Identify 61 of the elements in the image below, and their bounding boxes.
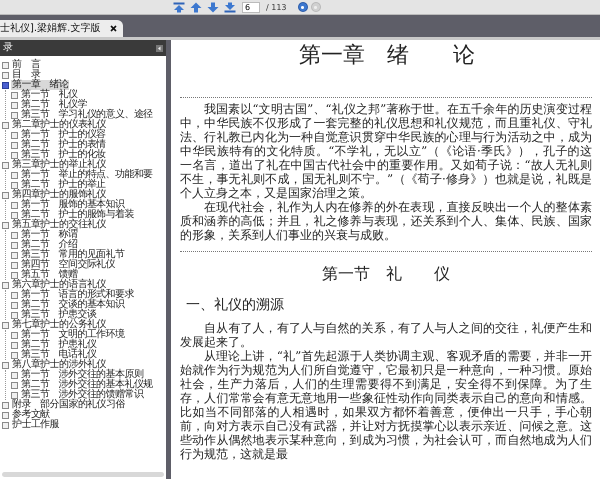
sidebar-item[interactable]: 第三章护士的举止礼仪	[11, 160, 108, 170]
sidebar-item[interactable]: 第三节 电话礼仪	[20, 350, 98, 360]
tab-title: 士礼仪].梁娟辉.文字版	[0, 22, 100, 34]
document-tab[interactable]: 士礼仪].梁娟辉.文字版	[0, 20, 124, 37]
up-arrow-icon	[190, 2, 202, 12]
sidebar-item[interactable]: 第二节 护士的举止	[20, 180, 107, 190]
subsection-title: 一、礼仪的溯源	[186, 296, 285, 314]
collapse-icon[interactable]	[156, 44, 163, 52]
sidebar-item[interactable]: 第一节 服饰的基本知识	[20, 200, 126, 210]
sidebar-item[interactable]: 第四章护士的服饰礼仪	[11, 190, 108, 200]
last-page-button[interactable]	[223, 0, 237, 14]
section-title: 第一节 礼 仪	[321, 264, 451, 284]
sidebar-item[interactable]: 第一节 称谓	[20, 230, 78, 240]
sidebar-item[interactable]: 第三节 学习礼仪的意义、途径	[20, 110, 154, 120]
previous-page-button[interactable]	[189, 0, 203, 14]
down-arrow-icon	[207, 2, 219, 12]
last-page-icon	[224, 2, 236, 12]
body-paragraph: 自从有了人，有了人与自然的关系，有了人与人之间的交往，礼便产生和发展起来了。	[180, 321, 592, 349]
sidebar-item[interactable]: 第二节 介绍	[20, 240, 78, 250]
sidebar-item[interactable]: 前 言	[11, 60, 42, 70]
sidebar-item[interactable]: 第二节 礼仪学	[20, 100, 88, 110]
sidebar-item[interactable]: 第三节 涉外交往的馈赠常识	[20, 390, 144, 400]
sidebar-item[interactable]: 第二章护士的仪表礼仪	[11, 120, 108, 130]
sidebar-item[interactable]: 第七章护士的公务礼仪	[11, 320, 108, 330]
sidebar-item[interactable]: 护士工作服	[11, 420, 60, 430]
sidebar-item[interactable]: 第三节 护士的化妆	[20, 150, 107, 160]
sidebar-item[interactable]: 第一节 涉外交往的基本原则	[20, 370, 144, 380]
chapter-title: 第一章 绪 论	[298, 43, 476, 69]
panel-title: 录	[3, 42, 13, 54]
first-page-icon	[173, 2, 185, 12]
go-back-button[interactable]	[298, 2, 308, 12]
sidebar-item[interactable]: 第二节 交谈的基本知识	[20, 300, 126, 310]
body-paragraph: 我国素以“文明古国”、“礼仪之邦”著称于世。在五千余年的历史演变过程中，中华民族不仅形成了一套完整的礼仪思想和礼仪规范，而且重礼仪、守礼法、行礼教已内化为一种自觉意识贯穿中华民族的心理与行为活动之中，成为中华民族特有的文化特质。“不学礼，无以立”（《论语·季氏》），孔子的这一名言，道出了礼在中国古代社会中的重要作用。又如荀子说：“故人无礼则不生，事无礼则不成，国无礼则不宁。”（《荀子·修身》）也就是说，礼既是个人立身之本，又是国家治理之策。	[180, 102, 592, 200]
page-number-field[interactable]: 6	[242, 2, 260, 12]
sidebar-item[interactable]: 第一节 语言的形式和要求	[20, 290, 135, 300]
sidebar-item[interactable]: 第五节 馈赠	[20, 270, 78, 280]
page-total: / 113	[266, 2, 287, 12]
sidebar-item[interactable]: 第一章 绪论	[11, 80, 70, 90]
sidebar-item[interactable]: 第三节 常用的见面礼节	[20, 250, 126, 260]
sidebar-item[interactable]: 第三节 护患交谈	[20, 310, 98, 320]
sidebar-item[interactable]: 第二节 涉外交往的基本礼仪规	[20, 380, 154, 390]
sidebar-item[interactable]: 附录 部分国家的礼仪习俗	[11, 400, 126, 410]
sidebar-item[interactable]: 第四节 空间交际礼仪	[20, 260, 116, 270]
close-icon[interactable]	[110, 25, 118, 32]
sidebar-item[interactable]: 目 录	[11, 70, 42, 80]
next-page-button[interactable]	[206, 0, 220, 14]
sidebar-item[interactable]: 第一节 文明的工作环境	[20, 330, 126, 340]
sidebar-item[interactable]: 第一节 礼仪	[20, 90, 78, 100]
sidebar-item[interactable]: 第一节 举止的特点、功能和要	[20, 170, 154, 180]
sidebar-item[interactable]: 第一节 护士的仪容	[20, 130, 107, 140]
sidebar-item[interactable]: 第五章护士的交往礼仪	[11, 220, 108, 230]
sidebar-item[interactable]: 第二节 护患礼仪	[20, 340, 98, 350]
sidebar-item[interactable]: 第八章护士的涉外礼仪	[11, 360, 108, 370]
first-page-button[interactable]	[172, 0, 186, 14]
body-paragraph: 从理论上讲，“礼”首先起源于人类协调主观、客观矛盾的需要，并非一开始就作为行为规范为人们所自觉遵守，它最初只是一种意向，一种习惯。原始社会，生产力落后，人们的生理需要得不到满足，安全得不到保障。为了生存，人们常常会有意无意地用一些象征性动作向同类表示自己的意向和情感。比如当不同部落的人相遇时，如果双方都怀着善意，便伸出一只手，手心朝前，向对方表示自己没有武器，并让对方抚摸掌心以表示亲近、问候之意。这些动作从偶然地表示某种意向，到成为习惯，为社会认可，而自然地成为人们行为规范，这就是最	[180, 349, 592, 461]
scrollbar[interactable]	[2, 472, 164, 477]
sidebar-item[interactable]: 第二节 护士的表情	[20, 140, 107, 150]
sidebar-item[interactable]: 第二节 护士的服饰与着装	[20, 210, 135, 220]
body-paragraph: 在现代社会，礼作为人内在修养的外在表现，直接反映出一个人的整体素质和涵养的高低；并且，礼之修养与表现，还关系到个人、集体、民族、国家的形象，关系到人们事业的兴衰与成败。	[180, 200, 592, 242]
sidebar-item[interactable]: 参考文献	[11, 410, 51, 420]
sidebar-item[interactable]: 第六章护士的语言礼仪	[11, 280, 108, 290]
